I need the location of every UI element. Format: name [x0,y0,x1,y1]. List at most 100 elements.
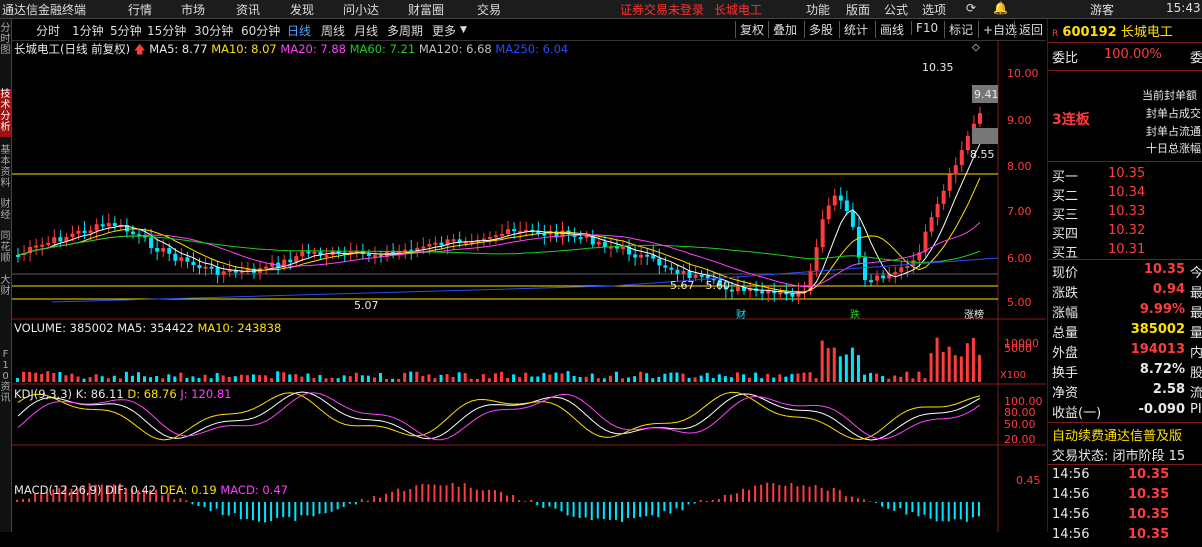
menu-wealth[interactable]: 财富圈 [408,1,444,18]
stat-row: 外盘 194013 内 [1052,342,1202,362]
overlay-button[interactable]: 叠加 [768,21,797,38]
refresh-icon[interactable]: ⟳ [966,1,976,15]
tab-technical[interactable]: 技术分析 [0,89,11,137]
menu-discover[interactable]: 发现 [290,1,314,18]
candle [621,246,625,249]
candle [657,258,662,266]
f10-button[interactable]: F10 [911,21,938,35]
volume-bar [500,371,503,382]
volume-bar [536,376,540,382]
menu-layout[interactable]: 版面 [846,1,870,18]
ma10-label: MA10: 8.07 [211,42,277,56]
period-multi[interactable]: 多周期 [387,22,423,39]
stock-code: 600192 [1062,25,1117,40]
volume-bar [808,372,812,382]
volume-tick-label: 5000 [1004,342,1032,355]
menu-function[interactable]: 功能 [806,1,830,18]
volume-bar [869,372,873,382]
period-15min[interactable]: 15分钟 [147,22,186,39]
volume-bar [221,375,225,382]
left-tab-strip: 分时图 技术分析 基本资料 财经 同花顺 大财 F10资讯 [0,19,12,532]
tag-finance[interactable]: 财 [736,306,746,321]
volume-bar [826,348,830,382]
candle [850,211,855,227]
bell-icon[interactable]: 🔔 [993,1,1008,15]
volume-bar [754,372,758,382]
bid-row[interactable]: 买四 10.32 [1052,223,1202,243]
stats-button[interactable]: 统计 [839,21,868,38]
volume-bar [100,376,104,382]
candle [893,272,898,275]
menu-trade[interactable]: 交易 [477,1,501,18]
range-label: 5.67 - 5.60 [670,279,730,292]
tab-intraday[interactable]: 分时图 [0,23,11,61]
kdj-legend: KDJ(9,3,3) K: 86.11 D: 68.76 J: 120.81 [14,387,231,401]
bid-price: 10.31 [1108,242,1146,257]
candle [633,254,638,258]
period-daily[interactable]: 日线 [287,22,311,39]
volume-bar [723,376,727,382]
back-button[interactable]: 返回 [1014,21,1043,38]
stat-value: 0.94 [1152,282,1185,297]
candle [542,233,547,236]
caret-down-icon[interactable]: ▼ [460,25,467,35]
period-weekly[interactable]: 周线 [321,22,345,39]
macd-value-label: MACD: 0.47 [220,483,288,497]
period-monthly[interactable]: 月线 [354,22,378,39]
menu-market[interactable]: 市场 [181,1,205,18]
period-intraday[interactable]: 分时 [36,22,60,39]
stat-row: 净资 2.58 流 [1052,382,1202,402]
menu-ask[interactable]: 问小达 [343,1,379,18]
ma120-label: MA120: 6.68 [418,42,492,56]
multi-stock-button[interactable]: 多股 [804,21,833,38]
volume-bar [748,377,752,382]
volume-bar [155,375,159,382]
tag-rise-list[interactable]: 涨榜 [964,306,984,321]
volume-bar [112,375,116,382]
bid-row[interactable]: 买三 10.33 [1052,204,1202,224]
kdj-tick-label: 50.00 [1004,418,1036,431]
draw-line-button[interactable]: 画线 [875,21,904,38]
stat-label: 净资 [1052,386,1079,401]
volume-bar [82,378,86,382]
volume-bar [58,371,62,382]
volume-bar [832,347,836,382]
volume-bar [52,372,56,382]
period-30min[interactable]: 30分钟 [194,22,233,39]
volume-bar [137,372,140,382]
tab-basic[interactable]: 基本资料 [0,145,11,193]
volume-bar [850,347,854,382]
tab-f10[interactable]: F10资讯 [0,349,11,429]
tab-finance[interactable]: 财经 [0,199,11,225]
volume-bar [215,372,219,382]
menu-formula[interactable]: 公式 [884,1,908,18]
adjust-button[interactable]: 复权 [735,21,764,38]
period-more[interactable]: 更多 [432,22,456,39]
kline-chart[interactable]: 10.00 9.00 8.00 7.00 6.00 5.00 10000 5000 100.00… [12,40,1046,532]
bid-row[interactable]: 买一 10.35 [1052,166,1202,186]
chart-canvas[interactable]: 10.009.008.007.006.005.00100005000100.00… [12,40,1046,532]
period-5min[interactable]: 5分钟 [110,22,142,39]
bid-row[interactable]: 买二 10.34 [1052,185,1202,205]
tick-row: 14:56 10.35 [1052,467,1202,487]
login-warning[interactable]: 证券交易未登录 [620,1,704,18]
diamond-icon[interactable]: ◇ [972,42,980,53]
stat-row: 涨幅 9.99% 最 [1052,302,1202,322]
volume-bar [391,378,395,382]
period-1min[interactable]: 1分钟 [72,22,104,39]
menu-options[interactable]: 选项 [922,1,946,18]
guest-user[interactable]: 游客 [1090,1,1114,18]
add-favorite-button[interactable]: +自选 [978,21,1017,38]
menu-news[interactable]: 资讯 [236,1,260,18]
scroll-notice[interactable]: 自动续费通达信普及版 [1052,425,1202,445]
tab-big[interactable]: 大财 [0,275,11,301]
tab-ths[interactable]: 同花顺 [0,231,11,269]
candle [778,292,783,295]
tag-drop[interactable]: 跌 [850,306,860,321]
mark-button[interactable]: 标记 [944,21,973,38]
candle [203,266,208,269]
volume-bar [360,375,364,382]
period-60min[interactable]: 60分钟 [241,22,280,39]
menu-quotes[interactable]: 行情 [128,1,152,18]
tick-price: 10.35 [1128,507,1170,522]
